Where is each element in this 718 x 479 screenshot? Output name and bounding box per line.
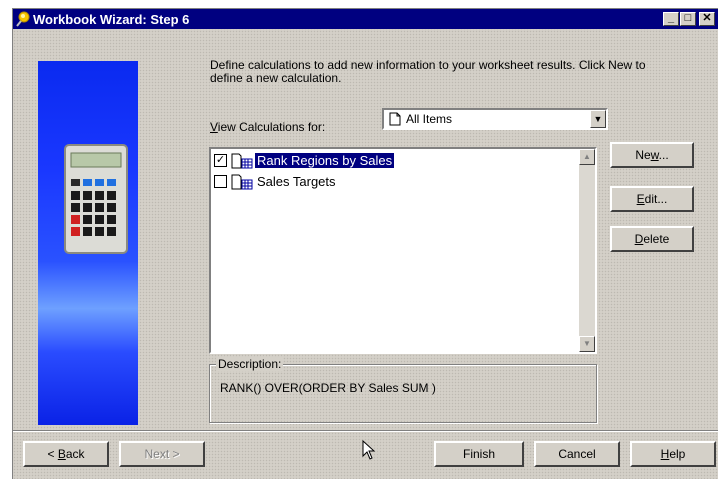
checkbox-unchecked[interactable] [214, 175, 227, 188]
back-button[interactable]: < Back [23, 441, 109, 467]
list-item-label: Sales Targets [257, 174, 336, 189]
mouse-pointer-icon [362, 440, 376, 460]
document-icon [389, 112, 401, 126]
view-calculations-select[interactable]: All Items ▼ [382, 108, 608, 130]
list-item-label: Rank Regions by Sales [255, 153, 395, 168]
vertical-scrollbar[interactable]: ▲ ▼ [579, 149, 595, 352]
workbook-wizard-window: Workbook Wizard: Step 6 _ □ ✕ Define cal… [12, 8, 718, 479]
minimize-button[interactable]: _ [663, 12, 679, 26]
view-label-text: iew Calculations for: [217, 120, 326, 134]
window-title: Workbook Wizard: Step 6 [33, 12, 190, 27]
new-label-mnemonic: w [650, 148, 659, 162]
wizard-wand-icon [16, 11, 30, 27]
edit-label-mnemonic: E [636, 192, 645, 206]
calculator-icon [64, 144, 128, 254]
view-calculations-value: All Items [406, 112, 453, 126]
next-button[interactable]: Next > [119, 441, 205, 467]
description-value: RANK() OVER(ORDER BY Sales SUM ) [220, 381, 436, 395]
maximize-button[interactable]: □ [680, 12, 696, 26]
calculation-icon [231, 153, 253, 169]
description-group: Description: RANK() OVER(ORDER BY Sales … [209, 357, 597, 423]
list-item[interactable]: Sales Targets [211, 172, 573, 192]
calculations-list[interactable]: ✓ Rank Regions by Sales Sales Targets ▲ … [209, 147, 597, 354]
edit-button[interactable]: Edit... [610, 186, 694, 212]
view-label-mnemonic: V [210, 120, 218, 134]
back-label-post: ack [65, 447, 85, 461]
new-button[interactable]: New... [610, 142, 694, 168]
delete-label-post: elete [643, 232, 670, 246]
intro-text: Define calculations to add new informati… [210, 58, 646, 85]
footer-divider [13, 430, 718, 432]
delete-button[interactable]: Delete [610, 226, 694, 252]
help-label-post: elp [669, 447, 686, 461]
title-bar[interactable]: Workbook Wizard: Step 6 _ □ ✕ [13, 9, 718, 29]
finish-button[interactable]: Finish [434, 441, 524, 467]
description-label: Description: [216, 357, 284, 371]
checkbox-checked[interactable]: ✓ [214, 154, 227, 167]
back-label-mnemonic: B [57, 447, 66, 461]
view-calculations-label: View Calculations for: [210, 120, 325, 134]
new-label-pre: Ne [635, 148, 651, 162]
list-item[interactable]: ✓ Rank Regions by Sales [211, 151, 573, 171]
edit-label-post: dit... [644, 192, 668, 206]
chevron-down-icon[interactable]: ▼ [590, 110, 606, 128]
close-button[interactable]: ✕ [699, 12, 715, 26]
cancel-button[interactable]: Cancel [534, 441, 620, 467]
delete-label-mnemonic: D [634, 232, 644, 246]
calculation-icon [231, 174, 253, 190]
scroll-down-icon[interactable]: ▼ [579, 336, 595, 352]
scroll-up-icon[interactable]: ▲ [579, 149, 595, 165]
back-label-pre: < [47, 447, 58, 461]
help-button[interactable]: Help [630, 441, 716, 467]
new-label-post: ... [658, 148, 669, 162]
